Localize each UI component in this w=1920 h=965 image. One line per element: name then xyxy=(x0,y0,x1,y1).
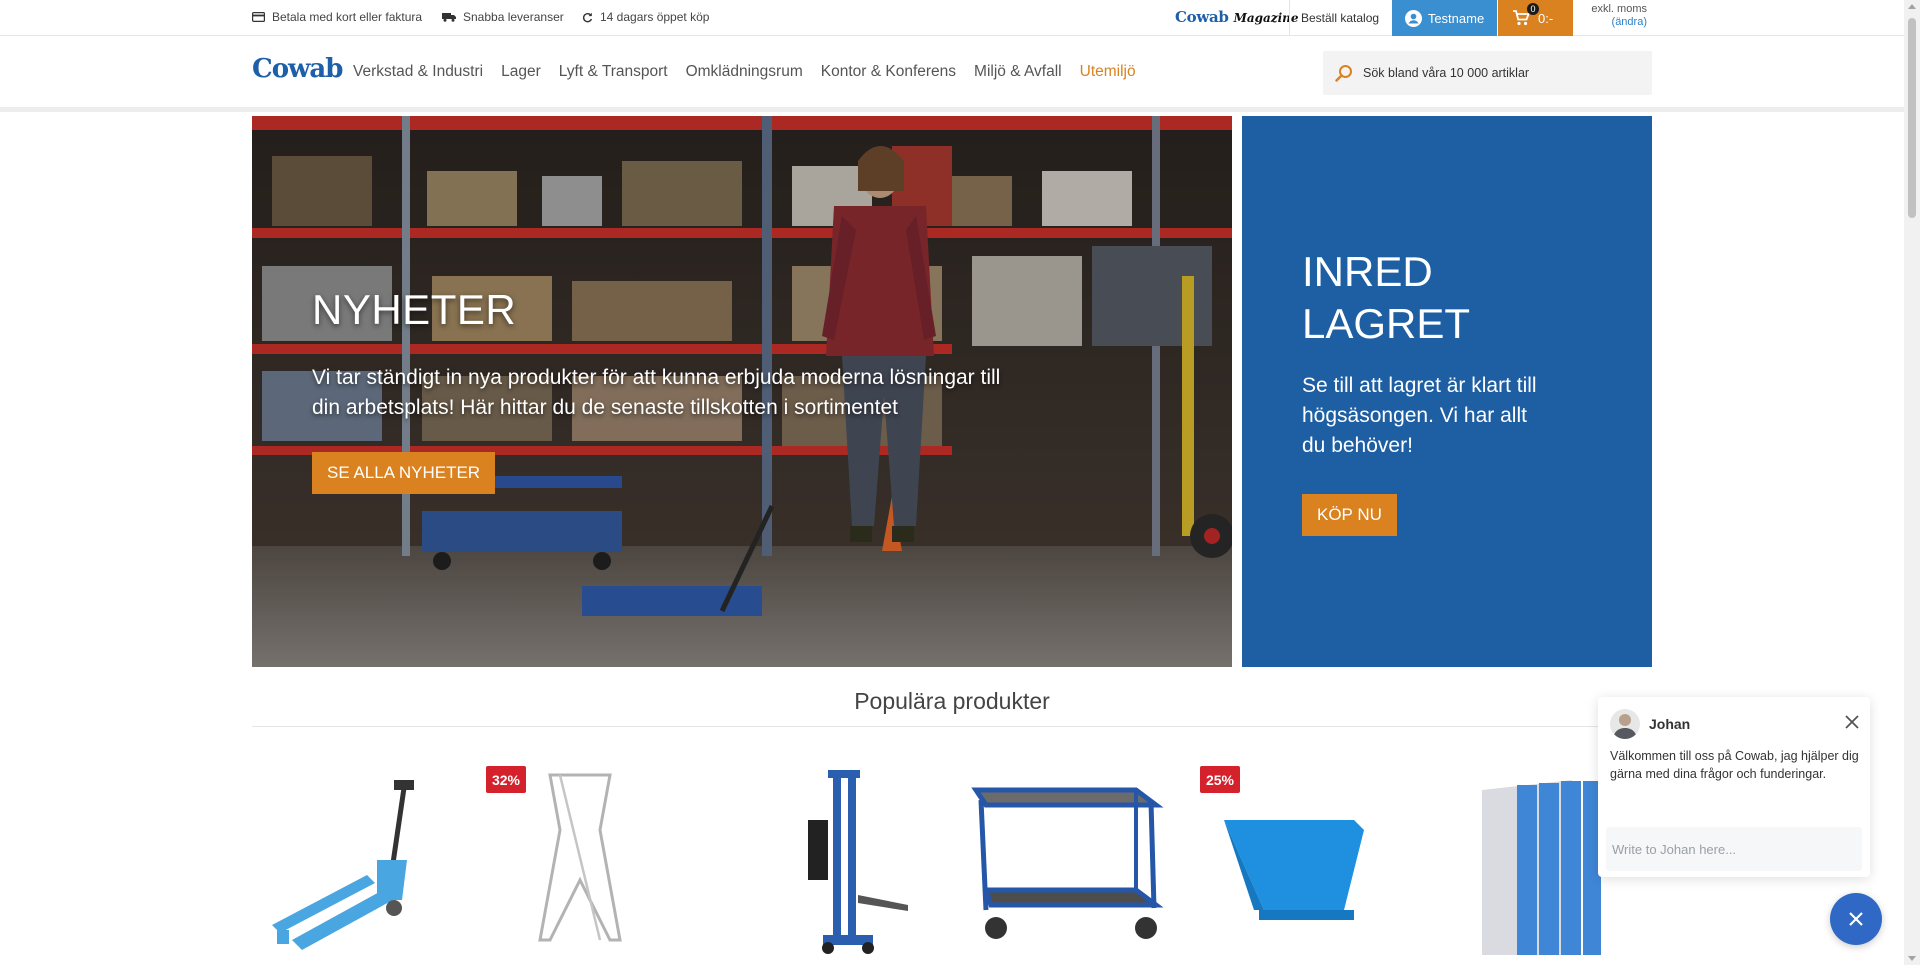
product-card[interactable] xyxy=(966,760,1176,965)
top-utility-bar: Betala med kort eller faktura Snabba lev… xyxy=(0,0,1904,36)
cart-count-badge: 0 xyxy=(1527,3,1539,15)
manual-stacker-image xyxy=(808,770,908,954)
usp-payment: Betala med kort eller faktura xyxy=(252,10,422,24)
close-icon xyxy=(1849,912,1863,926)
search-icon[interactable] xyxy=(1335,64,1353,82)
vat-label: exkl. moms xyxy=(1591,3,1647,15)
side-banner-title: INRED LAGRET xyxy=(1302,248,1471,347)
cowab-logo[interactable]: Cowab xyxy=(252,54,343,84)
topbar-divider xyxy=(1289,0,1290,36)
trolley-image xyxy=(971,787,1164,939)
close-icon[interactable] xyxy=(1844,714,1860,730)
truck-icon xyxy=(442,13,456,22)
product-card[interactable]: 25% xyxy=(1200,760,1414,965)
search-box xyxy=(1323,51,1652,95)
main-header: Cowab Verkstad & Industri Lager Lyft & T… xyxy=(0,36,1904,112)
cart-button[interactable]: 0 0:- xyxy=(1498,0,1573,36)
discount-badge: 25% xyxy=(1200,766,1240,793)
order-catalog-link[interactable]: Beställ katalog xyxy=(1301,11,1379,25)
scroll-down-arrow[interactable] xyxy=(1908,956,1916,961)
search-input[interactable] xyxy=(1363,66,1633,80)
card-icon xyxy=(252,12,265,22)
discount-badge: 32% xyxy=(486,766,526,793)
usp-delivery: Snabba leveranser xyxy=(442,10,564,24)
user-icon xyxy=(1404,9,1422,27)
popular-products-list: 32% 25% xyxy=(252,760,1652,965)
cart-icon-wrap: 0 xyxy=(1512,3,1539,27)
product-card[interactable] xyxy=(728,760,938,965)
scroll-up-arrow[interactable] xyxy=(1908,4,1916,9)
refresh-icon xyxy=(582,12,593,22)
scroll-thumb[interactable] xyxy=(1908,18,1916,218)
hero-description: Vi tar ständigt in nya produkter för att… xyxy=(312,366,1001,419)
buy-now-button[interactable]: KÖP NU xyxy=(1302,494,1397,536)
usp-returns-label: 14 dagars öppet köp xyxy=(600,10,710,24)
vat-change-link[interactable]: (ändra) xyxy=(1585,16,1647,29)
side-banner-warehouse[interactable]: INRED LAGRET Se till att lagret är klart… xyxy=(1242,116,1652,667)
section-divider xyxy=(252,726,1652,727)
see-all-news-button[interactable]: SE ALLA NYHETER xyxy=(312,452,496,494)
agent-name: Johan xyxy=(1649,716,1691,732)
chat-widget: Johan Välkommen till oss på Cowab, jag h… xyxy=(1598,697,1870,877)
nav-item-omkladningsrum[interactable]: Omklädningsrum xyxy=(686,63,803,81)
hero-title: NYHETER xyxy=(312,286,517,333)
usp-payment-label: Betala med kort eller faktura xyxy=(272,10,423,24)
product-card[interactable]: 32% xyxy=(486,760,700,965)
agent-avatar xyxy=(1610,709,1640,739)
hero-banner-new-products[interactable]: NYHETER Vi tar ständigt in nya produkter… xyxy=(252,116,1232,667)
user-account-button[interactable]: Testname xyxy=(1392,0,1497,36)
chat-input[interactable] xyxy=(1606,827,1862,871)
nav-item-verkstad[interactable]: Verkstad & Industri xyxy=(353,63,483,81)
nav-item-utemiljo[interactable]: Utemiljö xyxy=(1080,63,1136,81)
nav-item-miljo[interactable]: Miljö & Avfall xyxy=(974,63,1062,81)
product-card[interactable] xyxy=(252,760,462,965)
usp-returns: 14 dagars öppet köp xyxy=(582,10,709,24)
vat-toggle[interactable]: exkl. moms (ändra) xyxy=(1585,3,1647,29)
cart-total: 0:- xyxy=(1538,10,1554,26)
main-navigation: Verkstad & Industri Lager Lyft & Transpo… xyxy=(353,63,1154,81)
popular-products-heading: Populära produkter xyxy=(854,688,1050,714)
nav-item-lager[interactable]: Lager xyxy=(501,63,541,81)
page: Betala med kort eller faktura Snabba lev… xyxy=(0,0,1920,965)
nav-item-kontor[interactable]: Kontor & Konferens xyxy=(821,63,956,81)
user-name: Testname xyxy=(1427,10,1485,26)
nav-item-lyft[interactable]: Lyft & Transport xyxy=(559,63,668,81)
magazine-brand: Cowab xyxy=(1175,8,1229,26)
usp-delivery-label: Snabba leveranser xyxy=(463,10,564,24)
agent-avatar-image xyxy=(1613,714,1637,739)
page-scrollbar[interactable] xyxy=(1904,0,1920,965)
magazine-link[interactable]: Cowab Magazine xyxy=(1175,8,1299,26)
chat-toggle-button[interactable] xyxy=(1830,893,1882,945)
side-banner-description: Se till att lagret är klart till högsäso… xyxy=(1302,374,1537,457)
chat-message: Välkommen till oss på Cowab, jag hjälper… xyxy=(1610,749,1859,781)
pallet-truck-image xyxy=(272,780,414,950)
